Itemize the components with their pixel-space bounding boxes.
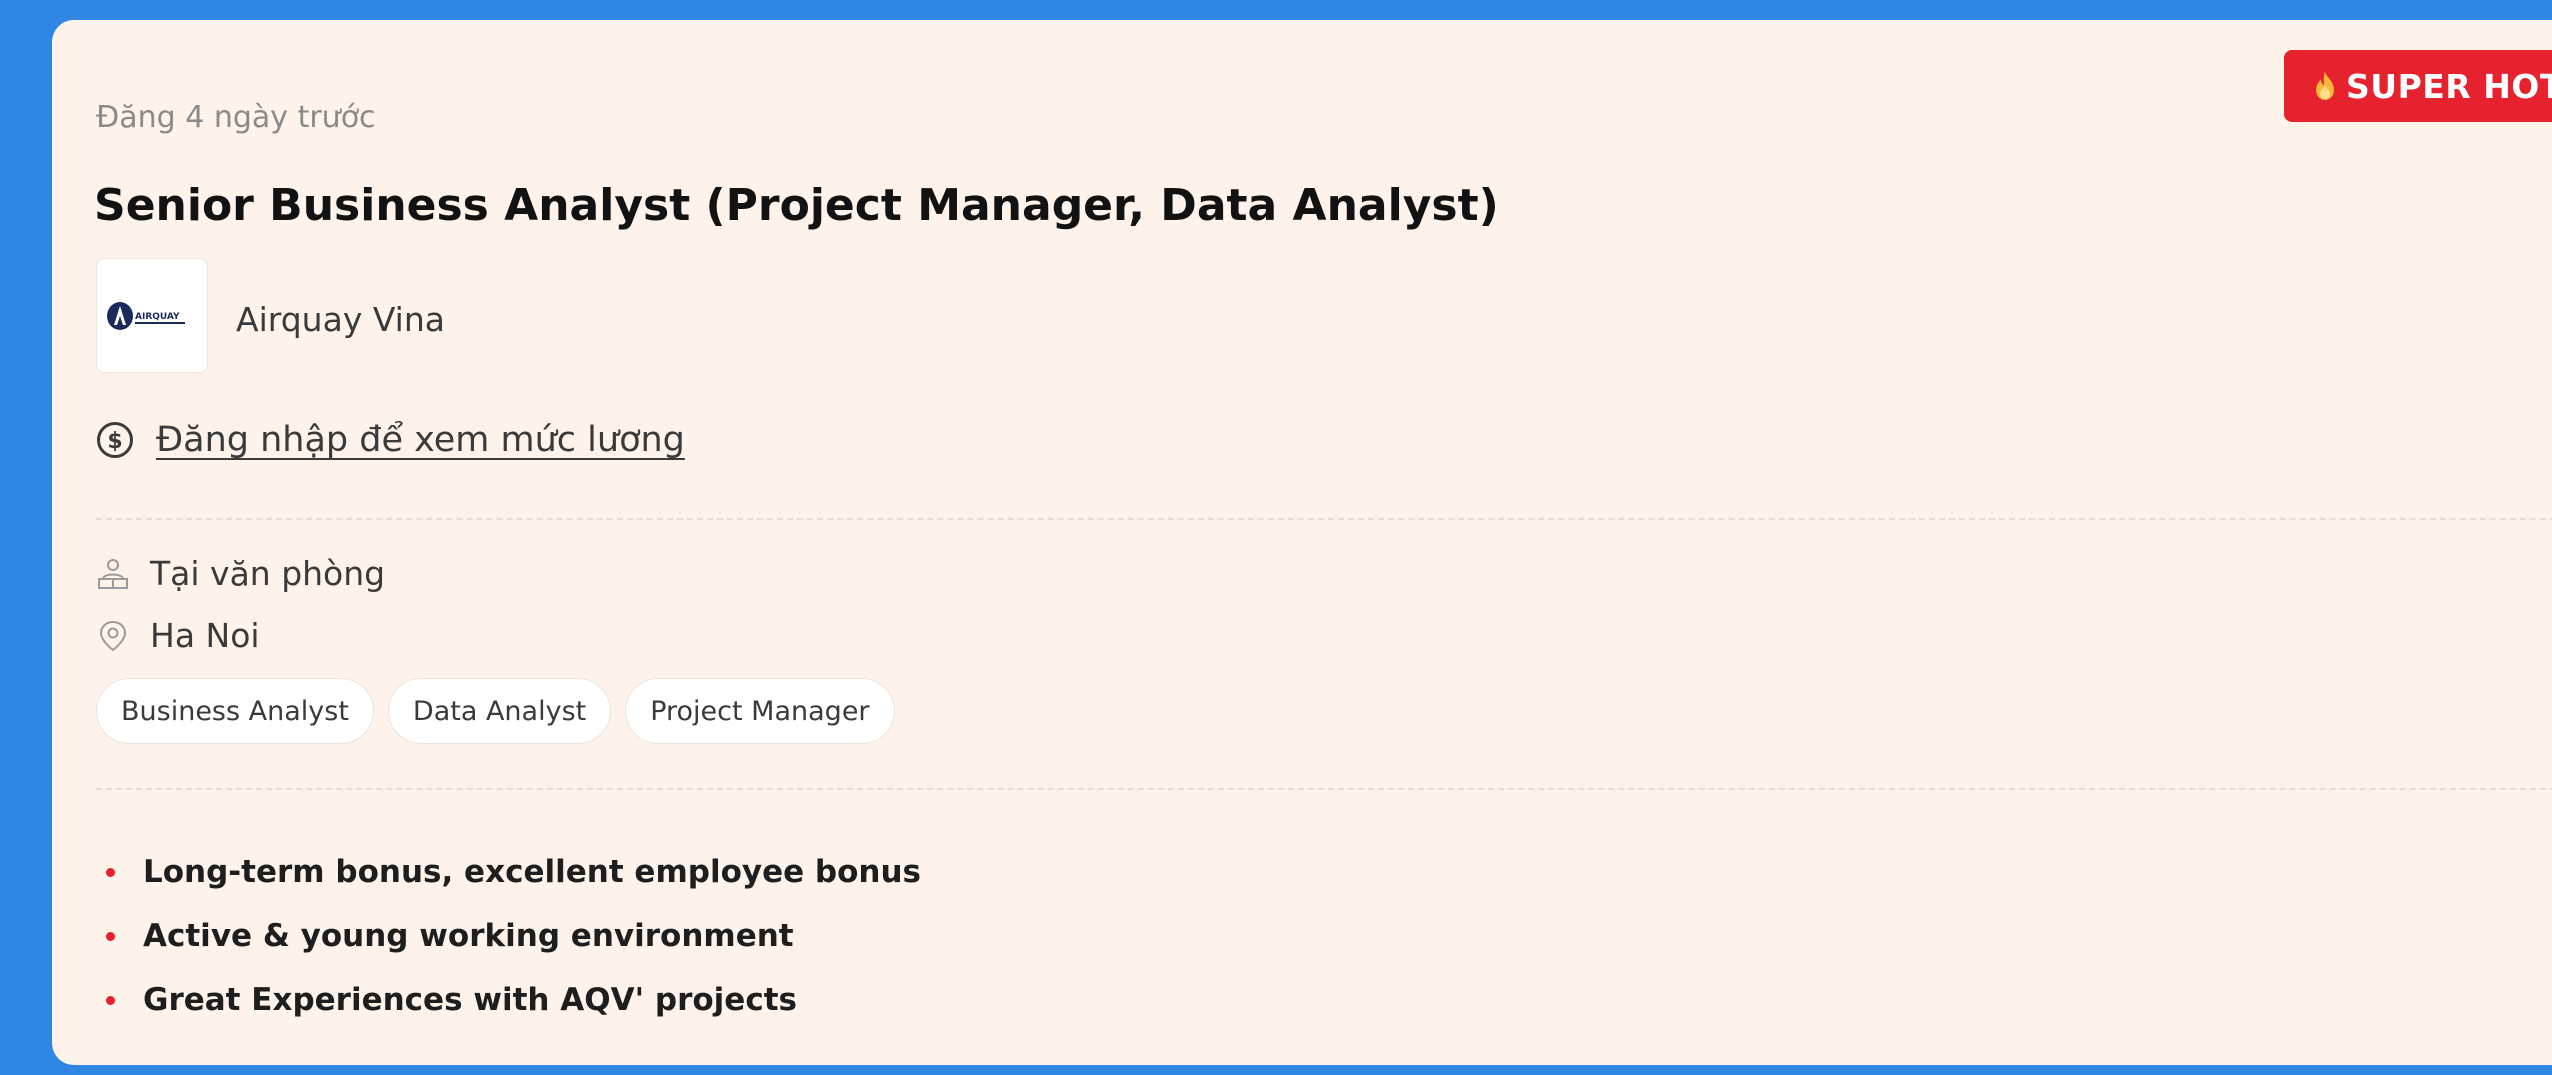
- office-worker-icon: [98, 558, 128, 589]
- list-item: Active & young working environment: [96, 904, 921, 968]
- list-item: Great Experiences with AQV' projects: [96, 968, 921, 1032]
- airquay-logo-icon: AIRQUAY: [107, 301, 185, 330]
- skill-tags: Business Analyst Data Analyst Project Ma…: [96, 678, 895, 744]
- benefit-text: Great Experiences with AQV' projects: [143, 982, 797, 1018]
- super-hot-badge: SUPER HOT: [2284, 50, 2552, 122]
- dollar-circle-icon: $: [97, 422, 133, 458]
- benefits-list: Long-term bonus, excellent employee bonu…: [96, 840, 921, 1032]
- posted-time: Đăng 4 ngày trước: [96, 100, 376, 135]
- flame-icon: [2316, 72, 2334, 100]
- location-text: Ha Noi: [150, 616, 260, 655]
- benefit-text: Active & young working environment: [143, 918, 794, 954]
- location-row: Ha Noi: [96, 616, 260, 655]
- benefit-text: Long-term bonus, excellent employee bonu…: [143, 854, 921, 890]
- company-logo[interactable]: AIRQUAY: [96, 258, 208, 373]
- work-mode-row: Tại văn phòng: [96, 554, 385, 593]
- login-to-view-salary-link[interactable]: Đăng nhập để xem mức lương: [156, 420, 685, 460]
- map-pin-icon: [99, 620, 127, 651]
- work-mode-text: Tại văn phòng: [150, 554, 386, 593]
- bullet-dot: [106, 867, 115, 877]
- company-name[interactable]: Airquay Vina: [236, 300, 445, 339]
- bullet-dot: [106, 995, 115, 1005]
- super-hot-label: SUPER HOT: [2346, 66, 2552, 106]
- svg-text:AIRQUAY: AIRQUAY: [135, 312, 180, 322]
- svg-text:$: $: [107, 429, 122, 454]
- job-title[interactable]: Senior Business Analyst (Project Manager…: [94, 180, 1499, 231]
- divider: [96, 518, 2552, 520]
- divider: [96, 788, 2552, 790]
- tag-business-analyst[interactable]: Business Analyst: [96, 678, 374, 744]
- job-card[interactable]: Đăng 4 ngày trước SUPER HOT Senior Busin…: [52, 20, 2552, 1065]
- bullet-dot: [106, 931, 115, 941]
- tag-project-manager[interactable]: Project Manager: [625, 678, 895, 744]
- list-item: Long-term bonus, excellent employee bonu…: [96, 840, 921, 904]
- tag-data-analyst[interactable]: Data Analyst: [387, 678, 612, 744]
- salary-row: $ Đăng nhập để xem mức lương: [96, 420, 685, 460]
